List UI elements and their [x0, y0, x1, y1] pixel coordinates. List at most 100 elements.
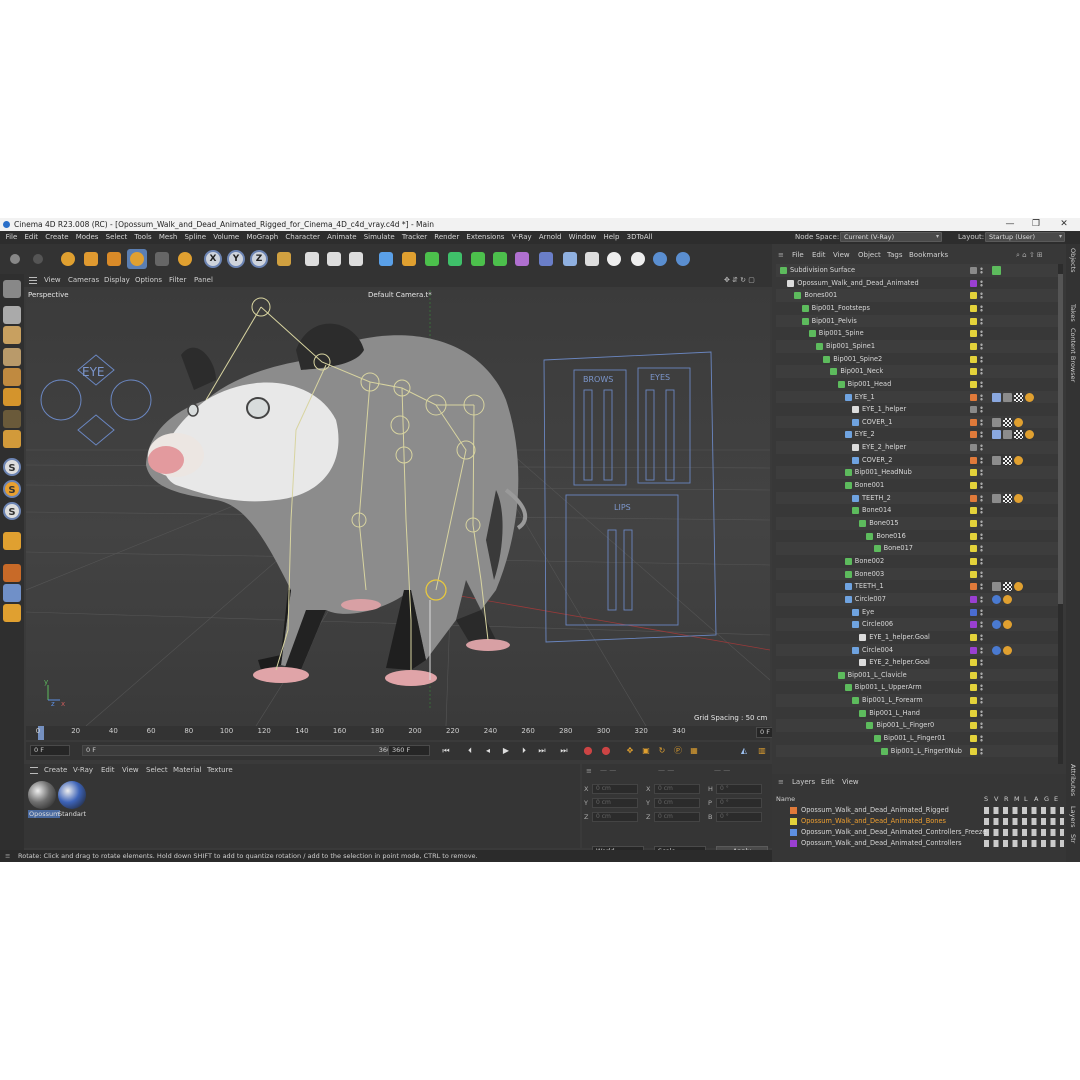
scale-tool-button[interactable] [104, 249, 124, 269]
mat-tag-icon[interactable] [1003, 430, 1012, 440]
material-swatch[interactable] [58, 781, 86, 809]
status-menu-icon[interactable]: ≡ [5, 850, 10, 862]
record-keys-button[interactable]: ⬤ [582, 745, 594, 757]
menu-modes[interactable]: Modes [72, 231, 102, 244]
layer-name[interactable]: Opossum_Walk_and_Dead_Animated_Rigged [801, 805, 949, 816]
side-tab-attributes[interactable]: Attributes [1069, 764, 1077, 796]
rotate-tool-button[interactable] [127, 249, 147, 269]
redo-button[interactable] [28, 249, 48, 269]
chk-tag-icon[interactable] [1003, 493, 1012, 503]
menu-animate[interactable]: Animate [324, 231, 361, 244]
opossum-model[interactable] [146, 323, 528, 686]
layer-row[interactable]: Opossum_Walk_and_Dead_Animated_Rigged [776, 805, 1064, 816]
layer-color-swatch[interactable] [970, 583, 977, 591]
object-row[interactable]: Bip001_Neck [776, 365, 1058, 378]
object-row[interactable]: TEETH_2 [776, 491, 1058, 505]
visibility-dots-icon[interactable] [980, 431, 983, 439]
object-row[interactable]: EYE_2 [776, 428, 1058, 441]
material-menu-edit[interactable]: Edit [101, 764, 115, 777]
material-menu-view[interactable]: View [122, 764, 139, 777]
chk-tag-icon[interactable] [1003, 417, 1012, 427]
visibility-dots-icon[interactable] [980, 330, 983, 338]
visibility-dots-icon[interactable] [980, 317, 983, 325]
object-menu-file[interactable]: File [792, 249, 804, 262]
dot-tag-icon[interactable] [1014, 582, 1023, 592]
visibility-dots-icon[interactable] [980, 380, 983, 388]
layer-color-swatch[interactable] [970, 393, 977, 401]
material-label[interactable]: Standart [58, 810, 86, 818]
menu-select[interactable]: Select [102, 231, 131, 244]
layer-color-swatch[interactable] [970, 722, 977, 730]
keyframe-pla-button[interactable]: ▦ [688, 745, 700, 757]
visibility-dots-icon[interactable] [980, 671, 983, 679]
maximize-button[interactable]: ❐ [1022, 218, 1050, 231]
visibility-dots-icon[interactable] [980, 418, 983, 426]
visibility-dots-icon[interactable] [980, 659, 983, 667]
layer-menu-view[interactable]: View [842, 776, 859, 788]
minimize-button[interactable]: — [996, 218, 1024, 231]
side-tab-content-browser[interactable]: Content Browser [1069, 328, 1077, 382]
visibility-dots-icon[interactable] [980, 279, 983, 287]
move-tool-button[interactable] [81, 249, 101, 269]
polygons-mode-icon[interactable] [3, 388, 21, 406]
coord-field[interactable]: 0 cm [654, 784, 700, 794]
layer-toggle-icons[interactable] [984, 840, 1064, 847]
keyframe-position-button[interactable]: ✥ [624, 745, 636, 757]
object-row[interactable]: Bone001 [776, 479, 1058, 492]
object-row[interactable]: Bip001_L_Finger0Nub [776, 744, 1058, 758]
layer-color-swatch[interactable] [790, 829, 797, 836]
start-frame-field[interactable]: 0 F [30, 745, 70, 756]
object-row[interactable]: Bip001_Footsteps [776, 302, 1058, 315]
dot-tag-icon[interactable] [1003, 645, 1012, 655]
menu-character[interactable]: Character [282, 231, 324, 244]
magnet-icon[interactable] [3, 532, 21, 550]
layout-dropdown[interactable]: Startup (User) [985, 232, 1065, 242]
viewport-menu-panel[interactable]: Panel [194, 274, 213, 287]
layer-row[interactable]: Opossum_Walk_and_Dead_Animated_Controlle… [776, 827, 1064, 838]
texture-mode-icon[interactable] [3, 326, 21, 344]
grid-icon[interactable] [3, 584, 21, 602]
chk-tag-icon[interactable] [1003, 582, 1012, 592]
coord-field[interactable]: 0 cm [654, 798, 700, 808]
go-to-end-button[interactable]: ⏭ [536, 745, 548, 757]
visibility-dots-icon[interactable] [980, 304, 983, 312]
object-row[interactable]: Bip001_Spine [776, 327, 1058, 340]
snap-button-1[interactable]: S [3, 458, 21, 476]
mat-tag-icon[interactable] [992, 582, 1001, 592]
object-menu-tags[interactable]: Tags [887, 249, 903, 262]
object-menu-bookmarks[interactable]: Bookmarks [909, 249, 948, 262]
menu-3dtoall[interactable]: 3DToAll [623, 231, 656, 244]
floor-button[interactable] [560, 249, 580, 269]
material-swatch[interactable] [28, 781, 56, 809]
object-row[interactable]: Bone016 [776, 530, 1058, 543]
visibility-dots-icon[interactable] [980, 444, 983, 452]
object-row[interactable]: Subdivision Surface [776, 264, 1058, 277]
chk-tag-icon[interactable] [1014, 430, 1023, 440]
dot-tag-icon[interactable] [1014, 417, 1023, 427]
visibility-dots-icon[interactable] [980, 545, 983, 553]
keyframe-parameter-button[interactable]: Ⓟ [672, 745, 684, 757]
check-tag-icon[interactable] [992, 266, 1001, 275]
motion-system-button[interactable]: ◭ [738, 745, 750, 757]
object-manager-search-icon[interactable]: ⌕ ⌂ ⇧ ⊞ [1016, 249, 1043, 262]
visibility-dots-icon[interactable] [980, 406, 983, 414]
layer-color-swatch[interactable] [970, 292, 977, 300]
layer-color-swatch[interactable] [970, 368, 977, 376]
visibility-dots-icon[interactable] [980, 709, 983, 717]
visibility-dots-icon[interactable] [980, 646, 983, 654]
layer-color-swatch[interactable] [970, 418, 977, 426]
menu-mograph[interactable]: MoGraph [243, 231, 282, 244]
edges-mode-icon[interactable] [3, 368, 21, 386]
y-axis-lock-button[interactable]: Y [227, 250, 245, 268]
material-menu-material[interactable]: Material [173, 764, 201, 777]
x-axis-lock-button[interactable]: X [204, 250, 222, 268]
object-row[interactable]: TEETH_1 [776, 580, 1058, 593]
visibility-dots-icon[interactable] [980, 355, 983, 363]
layer-color-swatch[interactable] [970, 456, 977, 464]
coord-field[interactable]: 0 ° [716, 812, 762, 822]
viewport-menu-cameras[interactable]: Cameras [68, 274, 99, 287]
chk-tag-icon[interactable] [1014, 392, 1023, 402]
object-menu-object[interactable]: Object [858, 249, 881, 262]
object-row[interactable]: Circle007 [776, 592, 1058, 606]
model-mode-icon[interactable] [3, 306, 21, 324]
